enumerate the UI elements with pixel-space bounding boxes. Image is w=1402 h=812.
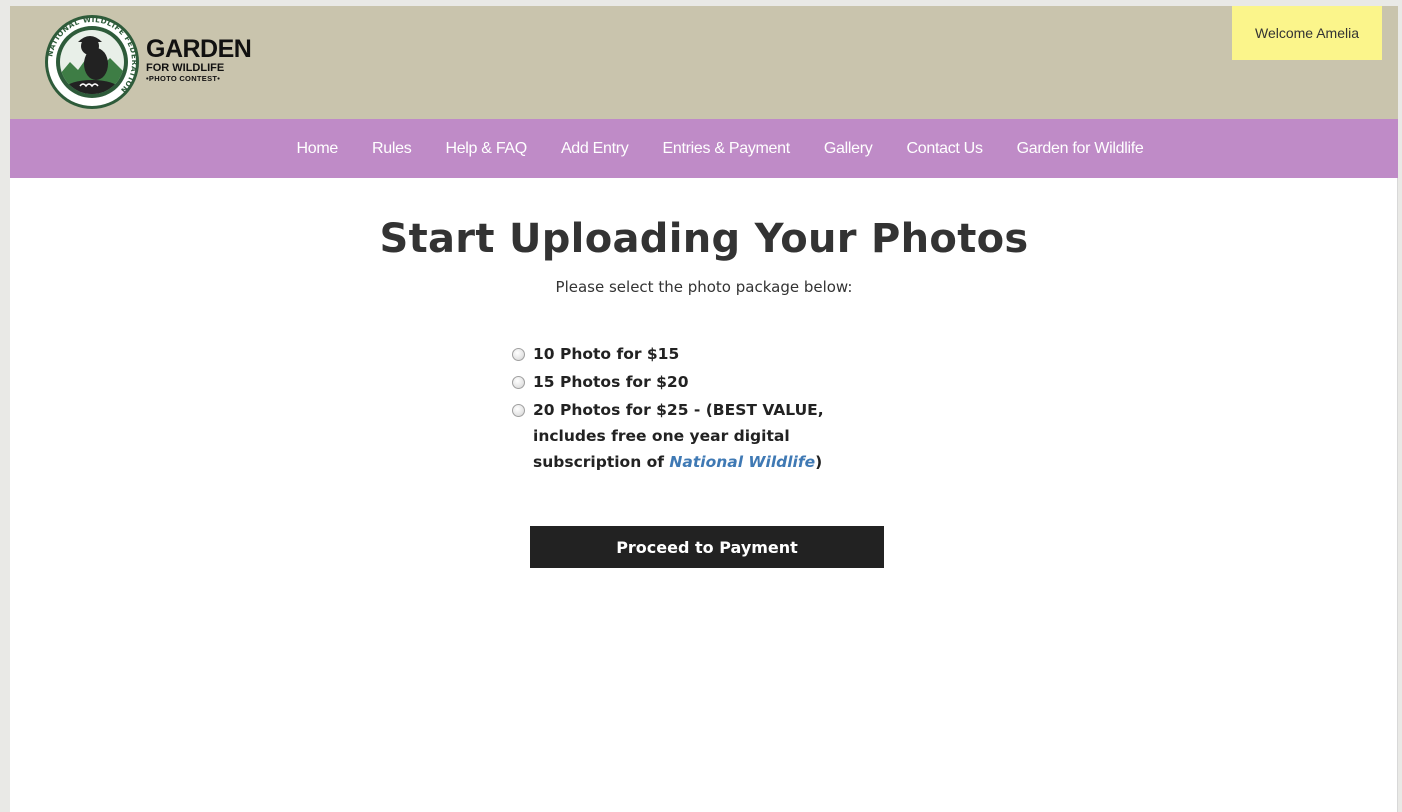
welcome-badge[interactable]: Welcome Amelia xyxy=(1232,6,1382,60)
nav-item-rules[interactable]: Rules xyxy=(355,140,428,158)
logo-text: GARDEN FOR WILDLIFE •PHOTO CONTEST• xyxy=(146,35,252,83)
logo-title: GARDEN xyxy=(146,35,252,63)
logo-badge-icon: NATIONAL WILDLIFE FEDERATION xyxy=(45,15,139,109)
page: NATIONAL WILDLIFE FEDERATION GARDEN FOR … xyxy=(10,6,1398,812)
nav-item-gallery[interactable]: Gallery xyxy=(807,140,890,158)
package-label-suffix: ) xyxy=(815,453,823,471)
logo-tagline: •PHOTO CONTEST• xyxy=(146,74,221,83)
magazine-title: National Wildlife xyxy=(669,453,816,471)
nav-list: Home Rules Help & FAQ Add Entry Entries … xyxy=(26,119,1402,178)
package-option[interactable]: 10 Photo for $15 xyxy=(512,345,852,367)
proceed-to-payment-button[interactable]: Proceed to Payment xyxy=(530,526,884,568)
package-options: 10 Photo for $15 15 Photos for $20 20 Ph… xyxy=(512,345,852,482)
package-label[interactable]: 20 Photos for $25 - (BEST VALUE, include… xyxy=(533,397,852,475)
logo-subtitle: FOR WILDLIFE xyxy=(146,62,225,74)
package-option[interactable]: 20 Photos for $25 - (BEST VALUE, include… xyxy=(512,401,852,475)
nav-item-contact-us[interactable]: Contact Us xyxy=(890,140,1000,158)
package-radio-15[interactable] xyxy=(512,376,525,389)
logo[interactable]: NATIONAL WILDLIFE FEDERATION GARDEN FOR … xyxy=(44,12,274,112)
nav-item-home[interactable]: Home xyxy=(280,140,355,158)
page-title: Start Uploading Your Photos xyxy=(379,216,1029,262)
site-header: NATIONAL WILDLIFE FEDERATION GARDEN FOR … xyxy=(10,6,1398,119)
package-radio-20[interactable] xyxy=(512,404,525,417)
nav-item-garden-for-wildlife[interactable]: Garden for Wildlife xyxy=(1000,140,1161,158)
page-subtitle: Please select the photo package below: xyxy=(555,278,853,296)
package-option[interactable]: 15 Photos for $20 xyxy=(512,373,852,395)
nav-item-help-faq[interactable]: Help & FAQ xyxy=(428,140,543,158)
nav-item-entries-payment[interactable]: Entries & Payment xyxy=(646,140,807,158)
package-label[interactable]: 10 Photo for $15 xyxy=(533,341,679,367)
nav-item-add-entry[interactable]: Add Entry xyxy=(544,140,646,158)
main-nav: Home Rules Help & FAQ Add Entry Entries … xyxy=(10,119,1398,178)
package-label[interactable]: 15 Photos for $20 xyxy=(533,369,688,395)
package-radio-10[interactable] xyxy=(512,348,525,361)
